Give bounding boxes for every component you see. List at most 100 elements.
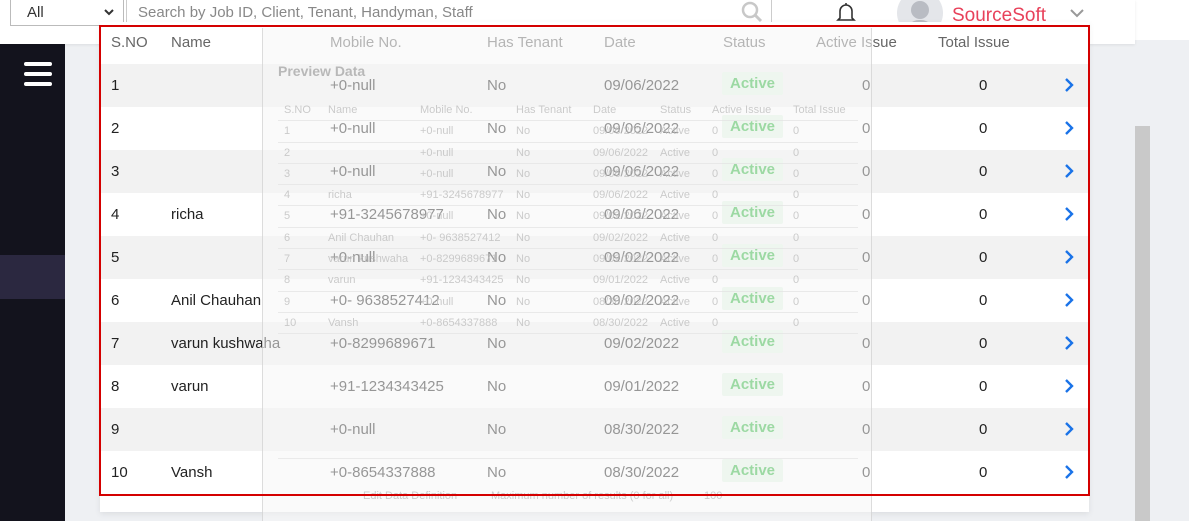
cell-mobile: +91-1234343425 bbox=[330, 378, 444, 395]
cell-total-issue: 0 bbox=[979, 206, 988, 223]
status-badge: Active bbox=[722, 201, 784, 224]
cell-date: 09/02/2022 bbox=[604, 292, 680, 309]
cell-sno: 3 bbox=[111, 163, 120, 180]
status-badge: Active bbox=[722, 158, 784, 181]
table-row[interactable]: 8 varun +91-1234343425 No 09/01/2022 Active 0 0 bbox=[100, 365, 1089, 408]
cell-mobile: +0-null bbox=[330, 163, 376, 180]
chevron-down-icon bbox=[103, 6, 115, 21]
cell-has-tenant: No bbox=[487, 335, 507, 352]
table-row[interactable]: 10 Vansh +0-8654337888 No 08/30/2022 Active 0 0 bbox=[100, 451, 1089, 494]
account-chevron-down-icon[interactable] bbox=[1068, 4, 1086, 22]
cell-date: 09/06/2022 bbox=[604, 163, 680, 180]
table-row[interactable]: 4 richa +91-3245678977 No 09/06/2022 Active 0 0 bbox=[100, 193, 1089, 236]
cell-name: varun kushwaha bbox=[171, 335, 281, 352]
header-sno: S.NO bbox=[111, 34, 148, 51]
cell-active-issue: 0 bbox=[862, 163, 871, 180]
header-date: Date bbox=[604, 34, 636, 51]
cell-active-issue: 0 bbox=[862, 206, 871, 223]
cell-date: 09/02/2022 bbox=[604, 335, 680, 352]
chevron-right-icon[interactable] bbox=[1061, 249, 1077, 265]
table-row[interactable]: 1 +0-null No 09/06/2022 Active 0 0 bbox=[100, 64, 1089, 107]
search-placeholder: Search by Job ID, Client, Tenant, Handym… bbox=[138, 4, 473, 21]
chevron-right-icon[interactable] bbox=[1061, 464, 1077, 480]
cell-total-issue: 0 bbox=[979, 464, 988, 481]
table-row[interactable]: 9 +0-null No 08/30/2022 Active 0 0 bbox=[100, 408, 1089, 451]
table-row[interactable]: 7 varun kushwaha +0-8299689671 No 09/02/2022… bbox=[100, 322, 1089, 365]
cell-name: Vansh bbox=[171, 464, 213, 481]
cell-sno: 8 bbox=[111, 378, 120, 395]
cell-name: Anil Chauhan bbox=[171, 292, 262, 309]
cell-date: 09/06/2022 bbox=[604, 77, 680, 94]
cell-total-issue: 0 bbox=[979, 163, 988, 180]
cell-mobile: +0-null bbox=[330, 249, 376, 266]
cell-date: 09/02/2022 bbox=[604, 249, 680, 266]
cell-name: richa bbox=[171, 206, 204, 223]
cell-total-issue: 0 bbox=[979, 335, 988, 352]
cell-name: varun bbox=[171, 378, 209, 395]
cell-active-issue: 0 bbox=[862, 292, 871, 309]
hamburger-menu-icon[interactable] bbox=[24, 62, 52, 86]
cell-mobile: +0-8299689671 bbox=[330, 335, 436, 352]
search-icon[interactable] bbox=[741, 1, 763, 23]
filter-select-value: All bbox=[27, 4, 44, 21]
cell-active-issue: 0 bbox=[862, 335, 871, 352]
cell-has-tenant: No bbox=[487, 163, 507, 180]
sidebar-active-item[interactable] bbox=[0, 255, 65, 299]
cell-sno: 1 bbox=[111, 77, 120, 94]
cell-mobile: +0-null bbox=[330, 77, 376, 94]
chevron-right-icon[interactable] bbox=[1061, 335, 1077, 351]
status-badge: Active bbox=[722, 287, 784, 310]
cell-sno: 5 bbox=[111, 249, 120, 266]
cell-total-issue: 0 bbox=[979, 77, 988, 94]
cell-has-tenant: No bbox=[487, 206, 507, 223]
chevron-right-icon[interactable] bbox=[1061, 163, 1077, 179]
header-active-issue: Active Issue bbox=[816, 34, 897, 51]
cell-mobile: +0- 9638527412 bbox=[330, 292, 440, 309]
cell-sno: 6 bbox=[111, 292, 120, 309]
chevron-right-icon[interactable] bbox=[1061, 120, 1077, 136]
cell-has-tenant: No bbox=[487, 292, 507, 309]
status-badge: Active bbox=[722, 459, 784, 482]
status-badge: Active bbox=[722, 330, 784, 353]
cell-total-issue: 0 bbox=[979, 292, 988, 309]
cell-sno: 7 bbox=[111, 335, 120, 352]
header-total-issue: Total Issue bbox=[938, 34, 1010, 51]
cell-has-tenant: No bbox=[487, 421, 507, 438]
cell-total-issue: 0 bbox=[979, 249, 988, 266]
cell-active-issue: 0 bbox=[862, 120, 871, 137]
cell-sno: 9 bbox=[111, 421, 120, 438]
cell-has-tenant: No bbox=[487, 120, 507, 137]
cell-active-issue: 0 bbox=[862, 421, 871, 438]
scrollbar[interactable] bbox=[1135, 126, 1150, 521]
cell-mobile: +0-null bbox=[330, 120, 376, 137]
cell-date: 08/30/2022 bbox=[604, 421, 680, 438]
chevron-right-icon[interactable] bbox=[1061, 378, 1077, 394]
status-badge: Active bbox=[722, 244, 784, 267]
cell-has-tenant: No bbox=[487, 249, 507, 266]
chevron-right-icon[interactable] bbox=[1061, 206, 1077, 222]
cell-mobile: +0-8654337888 bbox=[330, 464, 436, 481]
table-row[interactable]: 5 +0-null No 09/02/2022 Active 0 0 bbox=[100, 236, 1089, 279]
table-row[interactable]: 2 +0-null No 09/06/2022 Active 0 0 bbox=[100, 107, 1089, 150]
header-name: Name bbox=[171, 34, 212, 51]
chevron-right-icon[interactable] bbox=[1061, 77, 1077, 93]
cell-has-tenant: No bbox=[487, 77, 507, 94]
cell-has-tenant: No bbox=[487, 378, 507, 395]
status-badge: Active bbox=[722, 373, 784, 396]
cell-total-issue: 0 bbox=[979, 120, 988, 137]
cell-active-issue: 0 bbox=[862, 378, 871, 395]
cell-active-issue: 0 bbox=[862, 464, 871, 481]
cell-has-tenant: No bbox=[487, 464, 507, 481]
chevron-right-icon[interactable] bbox=[1061, 292, 1077, 308]
table-row[interactable]: 3 +0-null No 09/06/2022 Active 0 0 bbox=[100, 150, 1089, 193]
cell-mobile: +91-3245678977 bbox=[330, 206, 444, 223]
table-row[interactable]: 6 Anil Chauhan +0- 9638527412 No 09/02/2022 A… bbox=[100, 279, 1089, 322]
header-mobile: Mobile No. bbox=[330, 34, 402, 51]
header-has-tenant: Has Tenant bbox=[487, 34, 563, 51]
chevron-right-icon[interactable] bbox=[1061, 421, 1077, 437]
cell-date: 09/01/2022 bbox=[604, 378, 680, 395]
cell-active-issue: 0 bbox=[862, 249, 871, 266]
status-badge: Active bbox=[722, 115, 784, 138]
cell-date: 09/06/2022 bbox=[604, 120, 680, 137]
cell-sno: 2 bbox=[111, 120, 120, 137]
